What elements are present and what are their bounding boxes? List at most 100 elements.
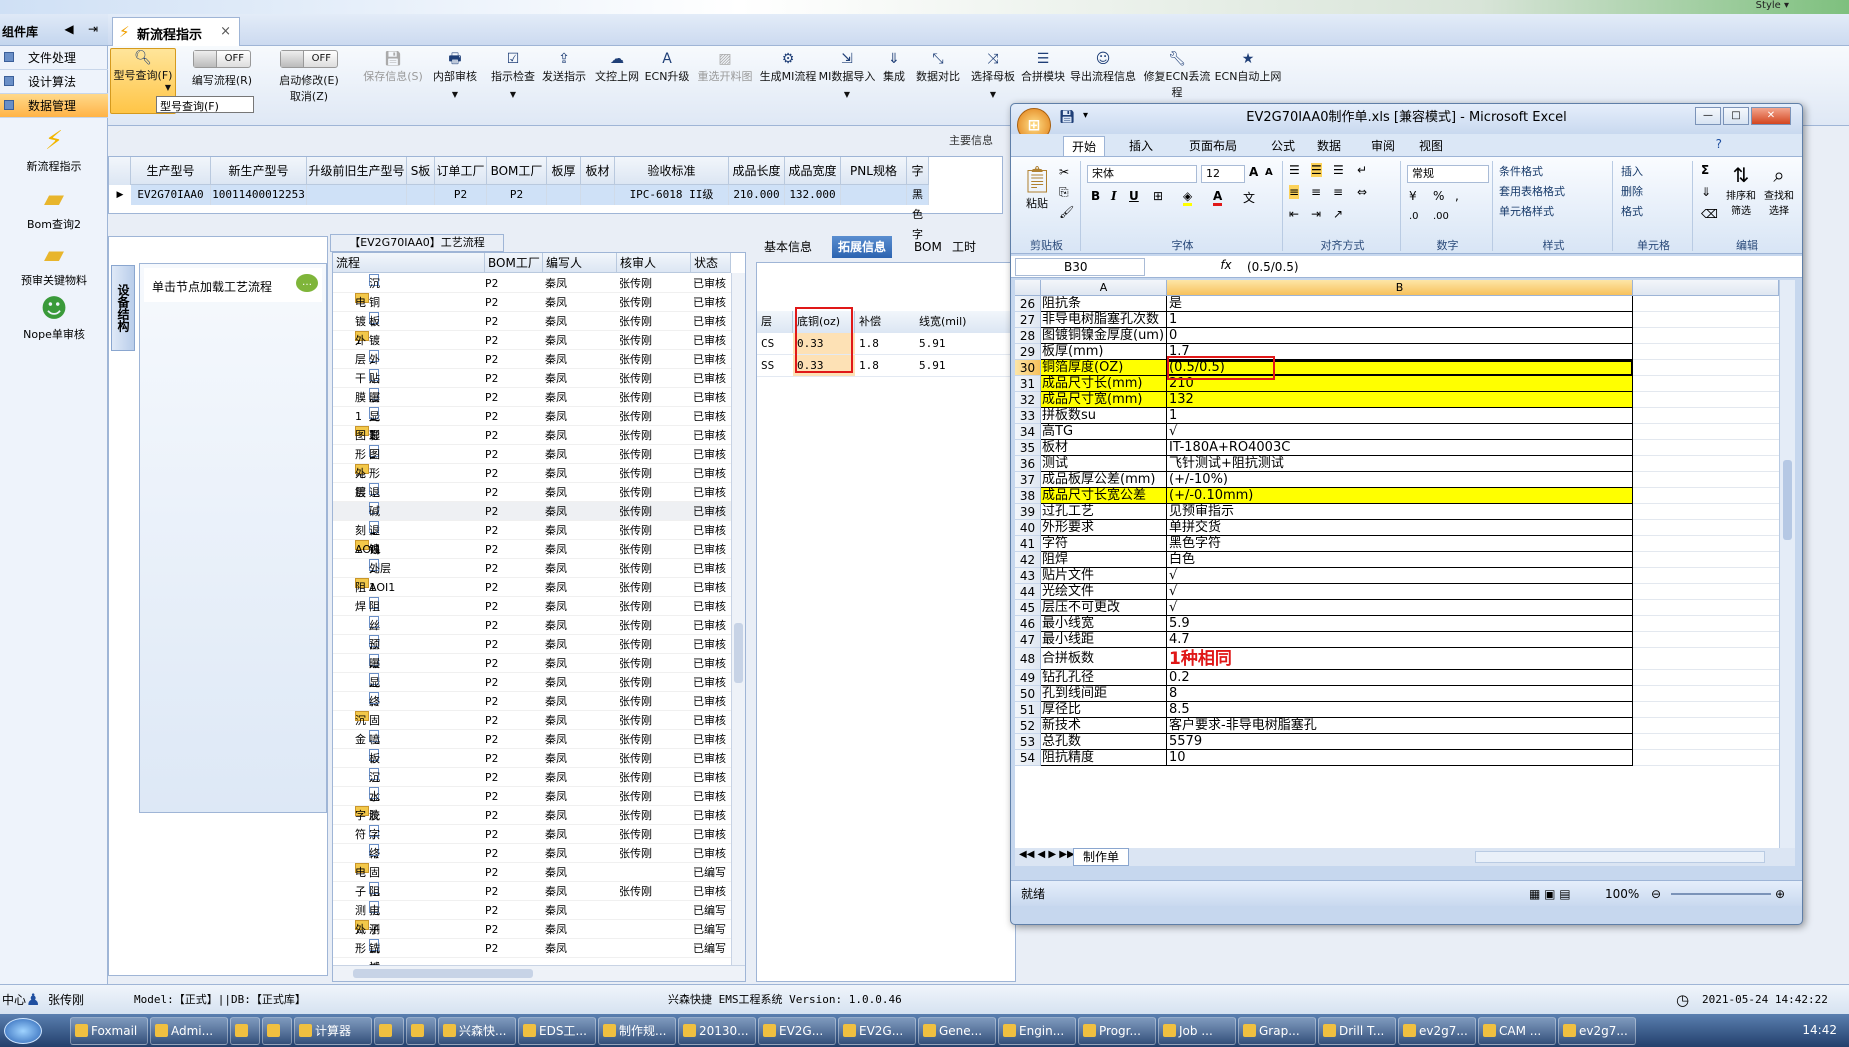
ribbon-button-9[interactable]: ⇲ MI数据导入 ▼ bbox=[818, 50, 876, 110]
copy-icon[interactable]: ⎘ bbox=[1059, 185, 1069, 200]
tree-row[interactable]: 退膜1P2秦凤张传刚已审核 bbox=[333, 483, 745, 537]
align-center-icon[interactable]: ≡ bbox=[1311, 185, 1321, 199]
format-cells-button[interactable]: 格式 bbox=[1621, 203, 1643, 221]
row-number[interactable]: 26 bbox=[1015, 296, 1041, 312]
start-edit-toggle[interactable]: OFF 启动修改(E) 取消(Z) bbox=[268, 50, 350, 110]
indent-increase-icon[interactable]: ⇥ bbox=[1311, 207, 1321, 221]
clear-icon[interactable]: ⌫ bbox=[1701, 207, 1718, 221]
cell-b[interactable]: 单拼交货 bbox=[1167, 520, 1633, 536]
tree-column-header[interactable]: 状态 bbox=[691, 253, 731, 273]
taskbar-item[interactable]: Foxmail bbox=[70, 1017, 148, 1045]
row-number[interactable]: 47 bbox=[1015, 632, 1041, 648]
insert-function-icon[interactable]: fx bbox=[1211, 258, 1241, 276]
cell-c[interactable] bbox=[1633, 392, 1779, 408]
excel-tab-3[interactable]: 页面布局 bbox=[1181, 136, 1245, 156]
zoom-out-icon[interactable]: ⊖ bbox=[1651, 881, 1661, 907]
cell-a[interactable]: 成品尺寸长宽公差 bbox=[1041, 488, 1167, 504]
cell-c[interactable] bbox=[1633, 536, 1779, 552]
taskbar-item[interactable]: CAM ... bbox=[1478, 1017, 1556, 1045]
tree-row[interactable]: 板边包胶P2秦凤张传刚已审核 bbox=[333, 749, 745, 822]
ribbon-button-3[interactable]: ☑ 指示检查 ▼ bbox=[488, 50, 538, 110]
cell-a[interactable]: 最小线宽 bbox=[1041, 616, 1167, 632]
vertical-scrollbar[interactable] bbox=[1779, 280, 1795, 848]
tab-info-1[interactable]: 基本信息 bbox=[758, 236, 818, 258]
sheet-row[interactable]: 36 测试 飞针测试+阻抗测试 bbox=[1015, 456, 1779, 472]
cell-a[interactable]: 成品板厚公差(mm) bbox=[1041, 472, 1167, 488]
tree-row[interactable]: 沉金P2秦凤张传刚已审核 bbox=[333, 768, 745, 803]
cell-a[interactable]: 测试 bbox=[1041, 456, 1167, 472]
row-number[interactable]: 54 bbox=[1015, 750, 1041, 766]
sheet-row[interactable]: 45 层压不可更改 √ bbox=[1015, 600, 1779, 616]
node-hint[interactable]: 单击节点加载工艺流程… bbox=[144, 268, 322, 302]
cell-c[interactable] bbox=[1633, 734, 1779, 750]
row-number[interactable]: 28 bbox=[1015, 328, 1041, 344]
cut-icon[interactable]: ✂ bbox=[1059, 165, 1069, 179]
sort-filter-button[interactable]: ⇅ 排序和筛选 bbox=[1723, 163, 1759, 217]
column-header[interactable]: PNL规格 bbox=[841, 157, 907, 185]
taskbar-item[interactable] bbox=[262, 1017, 292, 1045]
grid-cell[interactable]: 10011400012253 bbox=[211, 185, 307, 205]
sheet-row[interactable]: 46 最小线宽 5.9 bbox=[1015, 616, 1779, 632]
cell-a[interactable]: 图镀铜镍金厚度(um) bbox=[1041, 328, 1167, 344]
grid-cell[interactable] bbox=[581, 185, 615, 205]
close-icon[interactable]: × bbox=[220, 24, 231, 39]
cell-a[interactable]: 光绘文件 bbox=[1041, 584, 1167, 600]
cell-c[interactable] bbox=[1633, 670, 1779, 686]
wrap-text-icon[interactable]: ↵ bbox=[1357, 163, 1367, 177]
excel-tab-7[interactable]: 视图 bbox=[1411, 136, 1451, 156]
cell-c[interactable] bbox=[1633, 360, 1779, 376]
cell-b[interactable]: √ bbox=[1167, 600, 1633, 616]
autosum-icon[interactable]: Σ bbox=[1701, 163, 1709, 177]
taskbar-item[interactable]: 20130... bbox=[678, 1017, 756, 1045]
grid-cell[interactable] bbox=[307, 185, 407, 205]
cell-b[interactable]: 客户要求-非导电树脂塞孔 bbox=[1167, 718, 1633, 734]
sidebar-menu-data[interactable]: 数据管理 bbox=[0, 94, 108, 118]
cell-a[interactable]: 总孔数 bbox=[1041, 734, 1167, 750]
row-number[interactable]: 31 bbox=[1015, 376, 1041, 392]
row-number[interactable]: 29 bbox=[1015, 344, 1041, 360]
tree-row[interactable]: −阻焊P2秦凤张传刚已审核 bbox=[333, 578, 745, 613]
ribbon-button-6[interactable]: A ECN升级 bbox=[642, 50, 692, 110]
taskbar-item[interactable] bbox=[406, 1017, 436, 1045]
tree-row[interactable]: 字符P2秦凤张传刚已审核 bbox=[333, 825, 745, 860]
tree-row[interactable]: 喷砂P2秦凤张传刚已审核 bbox=[333, 730, 745, 765]
insert-cells-button[interactable]: 插入 bbox=[1621, 163, 1643, 181]
sheet-row[interactable]: 42 阻焊 白色 bbox=[1015, 552, 1779, 568]
font-color-icon[interactable]: A bbox=[1213, 189, 1223, 206]
grid-cell[interactable]: 132.000 bbox=[785, 185, 841, 205]
italic-icon[interactable]: I bbox=[1111, 189, 1117, 203]
column-header[interactable]: 升级前旧生产型号 bbox=[307, 157, 407, 185]
maximize-button[interactable]: □ bbox=[1723, 107, 1749, 125]
cell-a[interactable]: 非导电树脂塞孔次数 bbox=[1041, 312, 1167, 328]
tree-row[interactable]: 丝印P2秦凤张传刚已审核 bbox=[333, 616, 745, 651]
cell-b[interactable]: IT-180A+RO4003C bbox=[1167, 440, 1633, 456]
name-box[interactable]: B30 bbox=[1015, 258, 1145, 276]
sheet-row[interactable]: 31 成品尺寸长(mm) 210 bbox=[1015, 376, 1779, 392]
info-cell[interactable]: 1.8 bbox=[855, 333, 919, 355]
cell-a[interactable]: 字符 bbox=[1041, 536, 1167, 552]
row-number[interactable]: 49 bbox=[1015, 670, 1041, 686]
style-menu[interactable]: Style ▾ bbox=[1756, 0, 1789, 11]
indent-decrease-icon[interactable]: ⇤ bbox=[1289, 207, 1299, 221]
cell-b[interactable]: 5.9 bbox=[1167, 616, 1633, 632]
cell-a[interactable]: 拼板数su bbox=[1041, 408, 1167, 424]
ribbon-button-11[interactable]: ⤡ 数据对比 bbox=[910, 50, 966, 110]
tree-row[interactable]: 电子测试P2秦凤已编写 bbox=[333, 901, 745, 974]
sheet-row[interactable]: 30 铜箔厚度(OZ) (0.5/0.5) bbox=[1015, 360, 1779, 376]
excel-tab-1[interactable]: 开始 bbox=[1063, 136, 1106, 156]
sidebar-item-key-material[interactable]: ▰ 预审关键物料 bbox=[0, 240, 108, 288]
grid-cell[interactable] bbox=[407, 185, 435, 205]
excel-tab-4[interactable]: 公式 bbox=[1263, 136, 1303, 156]
cell-c[interactable] bbox=[1633, 504, 1779, 520]
taskbar-item[interactable]: 制作规... bbox=[598, 1017, 676, 1045]
sheet-row[interactable]: 29 板厚(mm) 1.7 bbox=[1015, 344, 1779, 360]
grid-cell[interactable]: P2 bbox=[435, 185, 487, 205]
taskbar-item[interactable]: Drill T... bbox=[1318, 1017, 1396, 1045]
cell-b[interactable]: 1 bbox=[1167, 408, 1633, 424]
taskbar-item[interactable]: EDS工... bbox=[518, 1017, 596, 1045]
row-number[interactable]: 48 bbox=[1015, 648, 1041, 670]
align-bottom-icon[interactable]: ☰ bbox=[1333, 163, 1344, 177]
cell-styles-button[interactable]: 单元格样式 bbox=[1499, 203, 1554, 221]
taskbar-item[interactable]: EV2G... bbox=[758, 1017, 836, 1045]
column-header[interactable]: 订单工厂 bbox=[435, 157, 487, 185]
